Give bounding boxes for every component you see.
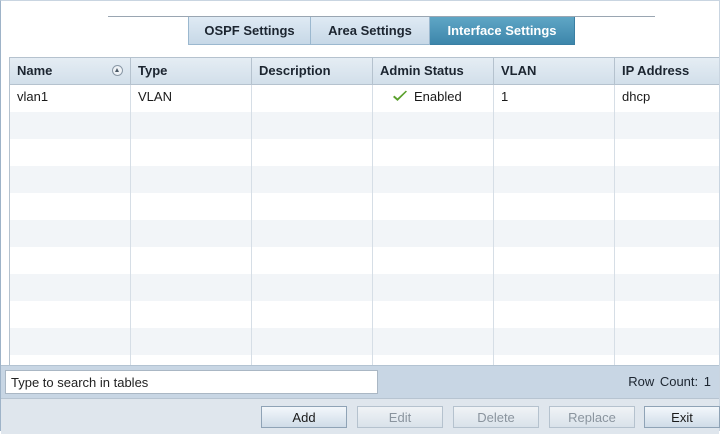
replace-button[interactable]: Replace bbox=[549, 406, 635, 428]
column-divider bbox=[130, 85, 131, 365]
table-header: Name Type Description Admin Status VLAN … bbox=[10, 58, 719, 85]
action-bar: Add Edit Delete Replace Exit bbox=[1, 398, 720, 434]
empty-row bbox=[10, 247, 719, 274]
exit-button[interactable]: Exit bbox=[644, 406, 720, 428]
empty-row bbox=[10, 166, 719, 193]
column-divider bbox=[493, 85, 494, 365]
row-count-label: Row Count: bbox=[628, 374, 699, 389]
column-divider bbox=[614, 85, 615, 365]
add-button[interactable]: Add bbox=[261, 406, 347, 428]
delete-button[interactable]: Delete bbox=[453, 406, 539, 428]
cell-description bbox=[252, 85, 373, 112]
empty-row bbox=[10, 193, 719, 220]
cell-admin-status: Enabled bbox=[373, 85, 494, 112]
tab-ospf-settings[interactable]: OSPF Settings bbox=[188, 17, 311, 45]
column-divider bbox=[372, 85, 373, 365]
column-header-label: Name bbox=[17, 63, 53, 78]
cell-ip-address: dhcp bbox=[622, 89, 651, 104]
edit-button[interactable]: Edit bbox=[357, 406, 443, 428]
row-count-value: 1 bbox=[703, 374, 711, 389]
sort-ascending-icon[interactable] bbox=[112, 65, 123, 76]
tab-bar: OSPF Settings Area Settings Interface Se… bbox=[188, 17, 575, 45]
empty-row bbox=[10, 328, 719, 355]
tab-interface-settings[interactable]: Interface Settings bbox=[430, 17, 575, 45]
table-row[interactable]: vlan1 VLAN Enabled 1 dhcp bbox=[10, 85, 719, 112]
column-header-admin-status[interactable]: Admin Status bbox=[373, 58, 494, 84]
admin-status-label: Enabled bbox=[414, 89, 462, 104]
cell-vlan: 1 bbox=[501, 89, 509, 104]
column-divider bbox=[251, 85, 252, 365]
tab-area-settings[interactable]: Area Settings bbox=[311, 17, 430, 45]
column-header-type[interactable]: Type bbox=[131, 58, 252, 84]
empty-row bbox=[10, 274, 719, 301]
column-header-vlan[interactable]: VLAN bbox=[494, 58, 615, 84]
check-icon bbox=[393, 90, 407, 101]
empty-row bbox=[10, 301, 719, 328]
interface-settings-panel: OSPF Settings Area Settings Interface Se… bbox=[0, 0, 720, 434]
empty-row bbox=[10, 220, 719, 247]
cell-type: VLAN bbox=[138, 89, 172, 104]
table-search-input[interactable] bbox=[5, 370, 378, 394]
interfaces-table: vlan1 VLAN Enabled 1 dhcp Name Type Desc… bbox=[9, 57, 719, 365]
empty-row bbox=[10, 112, 719, 139]
cell-name: vlan1 bbox=[17, 89, 49, 104]
column-header-ip-address[interactable]: IP Address bbox=[615, 58, 719, 84]
table-footer: Row Count: 1 bbox=[1, 365, 719, 398]
column-header-name[interactable]: Name bbox=[10, 58, 131, 84]
column-header-description[interactable]: Description bbox=[252, 58, 373, 84]
row-count: Row Count: 1 bbox=[628, 366, 711, 398]
empty-row bbox=[10, 355, 719, 365]
empty-row bbox=[10, 139, 719, 166]
